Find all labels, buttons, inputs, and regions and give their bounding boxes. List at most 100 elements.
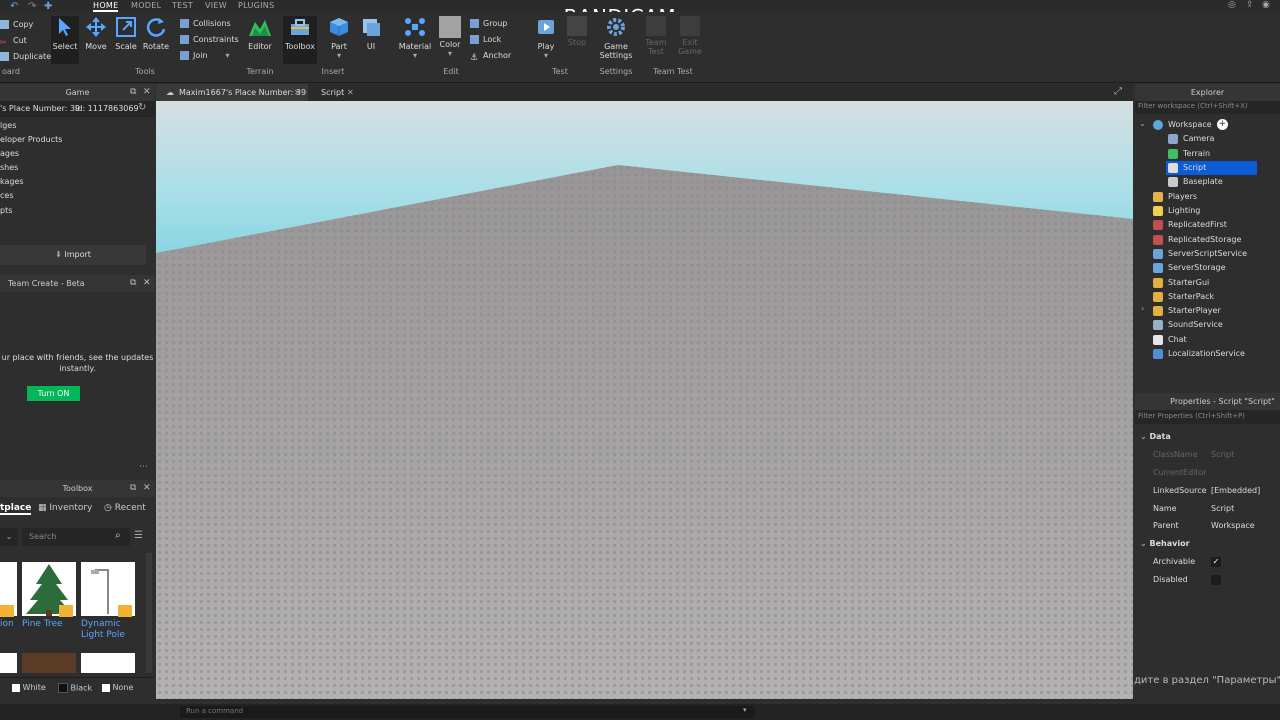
collisions-toggle[interactable]: Collisions <box>180 17 231 31</box>
toolbox-item-thumb[interactable] <box>22 653 76 673</box>
terrain-editor-button[interactable]: Editor <box>245 16 275 51</box>
chevron-down-icon[interactable]: ▾ <box>743 706 747 714</box>
tree-item-workspace[interactable]: Workspace + <box>1153 118 1228 132</box>
join-dropdown[interactable]: Join ▾ <box>180 49 230 63</box>
help-icon[interactable]: ◎ <box>1228 0 1236 10</box>
category-dropdown[interactable]: ⌄ <box>0 528 18 546</box>
prop-linked-source[interactable]: LinkedSource [Embedded] <box>1136 482 1280 500</box>
tab-recent[interactable]: ◷ Recent <box>104 503 146 513</box>
prop-parent[interactable]: Parent Workspace <box>1136 517 1280 535</box>
menu-tab-view[interactable]: VIEW <box>205 0 227 12</box>
rotate-button[interactable]: Rotate <box>142 16 170 51</box>
undo-icon[interactable]: ↶ <box>10 1 18 12</box>
redo-icon[interactable]: ↷ <box>28 1 36 12</box>
menu-tab-home[interactable]: HOME <box>93 0 119 12</box>
toolbox-item-thumb[interactable] <box>0 653 17 673</box>
tree-item-starterpack[interactable]: StarterPack <box>1153 290 1214 304</box>
tree-item-replicatedstorage[interactable]: ReplicatedStorage <box>1153 233 1241 247</box>
game-item[interactable]: kages <box>0 175 24 189</box>
toolbox-item-name[interactable]: Pine Tree <box>22 619 63 629</box>
turn-on-button[interactable]: Turn ON <box>27 386 80 401</box>
game-item[interactable]: eloper Products <box>0 133 62 147</box>
prop-value[interactable]: Workspace <box>1211 517 1255 535</box>
tree-item-players[interactable]: Players <box>1153 190 1197 204</box>
copy-button[interactable]: Copy <box>0 18 33 32</box>
play-button[interactable]: Play ▾ <box>533 16 559 60</box>
close-icon[interactable]: ✕ <box>294 84 301 101</box>
tree-item-localizationservice[interactable]: LocalizationService <box>1153 347 1245 361</box>
tab-inventory[interactable]: ▦ Inventory <box>38 503 92 513</box>
cut-button[interactable]: ✂ Cut <box>0 34 27 48</box>
select-button[interactable]: Select <box>51 16 79 64</box>
duplicate-button[interactable]: Duplicate <box>0 50 51 64</box>
chevron-right-icon[interactable]: › <box>1141 304 1144 313</box>
add-object-icon[interactable]: + <box>1216 119 1228 130</box>
game-item[interactable]: shes <box>0 161 18 175</box>
prop-name[interactable]: Name Script <box>1136 500 1280 518</box>
menu-tab-test[interactable]: TEST <box>172 0 193 12</box>
archivable-checkbox[interactable]: ✓ <box>1211 557 1221 567</box>
tree-item-starterplayer[interactable]: StarterPlayer <box>1153 304 1221 318</box>
menu-tab-plugins[interactable]: PLUGINS <box>238 0 274 12</box>
refresh-icon[interactable]: ↻ <box>138 102 146 113</box>
toolbox-search-input[interactable]: Search ⌕ <box>22 528 130 546</box>
tab-marketplace[interactable]: tplace <box>0 503 32 515</box>
prop-value[interactable]: [Embedded] <box>1211 482 1260 500</box>
section-behavior[interactable]: ⌄ Behavior <box>1136 535 1190 553</box>
tab-script[interactable]: Script ✕ <box>314 84 359 101</box>
explorer-filter-input[interactable]: Filter workspace (Ctrl+Shift+X) <box>1135 101 1280 114</box>
tree-item-baseplate[interactable]: Baseplate <box>1168 175 1223 189</box>
exit-game-button[interactable]: Exit Game <box>677 16 703 56</box>
close-icon[interactable]: ✕ <box>143 480 151 497</box>
disabled-checkbox[interactable] <box>1211 575 1221 585</box>
close-icon[interactable]: ✕ <box>347 84 354 101</box>
tree-item-terrain[interactable]: Terrain <box>1168 147 1210 161</box>
menu-tab-model[interactable]: MODEL <box>131 0 161 12</box>
ui-button[interactable]: UI <box>358 16 384 51</box>
tree-item-startergui[interactable]: StarterGui <box>1153 276 1209 290</box>
tree-item-serverscriptservice[interactable]: ServerScriptService <box>1153 247 1247 261</box>
game-item[interactable]: ages <box>0 147 19 161</box>
share-icon[interactable]: ⇪ <box>1246 0 1254 10</box>
close-icon[interactable]: ✕ <box>143 275 151 292</box>
chevron-down-icon[interactable]: ⌄ <box>1139 119 1146 128</box>
tab-place[interactable]: ☁ Maxim1667's Place Number: 39 ✕ <box>156 84 308 101</box>
toolbox-item-name[interactable]: Dynamic Light Pole <box>81 619 141 641</box>
properties-filter-input[interactable]: Filter Properties (Ctrl+Shift+P) <box>1135 410 1280 424</box>
user-icon[interactable]: ◉ <box>1262 0 1270 10</box>
part-button[interactable]: Part ▾ <box>325 16 353 60</box>
import-button[interactable]: ⬇ Import <box>0 245 146 265</box>
color-button[interactable]: Color ▾ <box>437 16 463 58</box>
bg-white-option[interactable]: White <box>12 683 46 692</box>
game-item[interactable]: ces <box>0 189 14 203</box>
group-button[interactable]: Group <box>470 17 507 31</box>
float-panel-icon[interactable]: ⧉ <box>130 84 136 101</box>
stop-button[interactable]: Stop <box>564 16 590 47</box>
float-panel-icon[interactable]: ⧉ <box>130 480 136 497</box>
toolbox-scrollbar[interactable] <box>146 553 152 673</box>
bg-black-option[interactable]: Black <box>58 683 92 693</box>
close-icon[interactable]: ✕ <box>143 84 151 101</box>
constraints-toggle[interactable]: Constraints <box>180 33 239 47</box>
game-item[interactable]: lges <box>0 119 16 133</box>
toolbox-item-thumb[interactable] <box>81 653 135 673</box>
more-icon[interactable]: ⋯ <box>139 462 148 472</box>
tree-item-soundservice[interactable]: SoundService <box>1153 318 1223 332</box>
scale-button[interactable]: Scale <box>112 16 140 51</box>
filter-icon[interactable]: ☰ <box>134 530 143 541</box>
bg-none-option[interactable]: None <box>102 683 133 692</box>
command-input[interactable]: Run a command ▾ <box>180 706 754 718</box>
3d-viewport[interactable] <box>156 101 1133 699</box>
tree-item-lighting[interactable]: Lighting <box>1153 204 1200 218</box>
anchor-button[interactable]: ⚓ Anchor <box>470 49 511 63</box>
search-icon[interactable]: ⌕ <box>115 530 121 541</box>
tree-item-chat[interactable]: Chat <box>1153 333 1187 347</box>
toolbox-item-name[interactable]: ion <box>0 619 14 629</box>
game-settings-button[interactable]: Game Settings <box>598 16 634 60</box>
float-panel-icon[interactable]: ⧉ <box>130 275 136 292</box>
toolbox-button[interactable]: Toolbox <box>283 16 317 64</box>
tree-item-script[interactable]: Script <box>1166 161 1257 175</box>
tree-item-serverstorage[interactable]: ServerStorage <box>1153 261 1226 275</box>
plugin-icon[interactable]: ✚ <box>44 1 52 12</box>
game-item[interactable]: pts <box>0 204 12 218</box>
